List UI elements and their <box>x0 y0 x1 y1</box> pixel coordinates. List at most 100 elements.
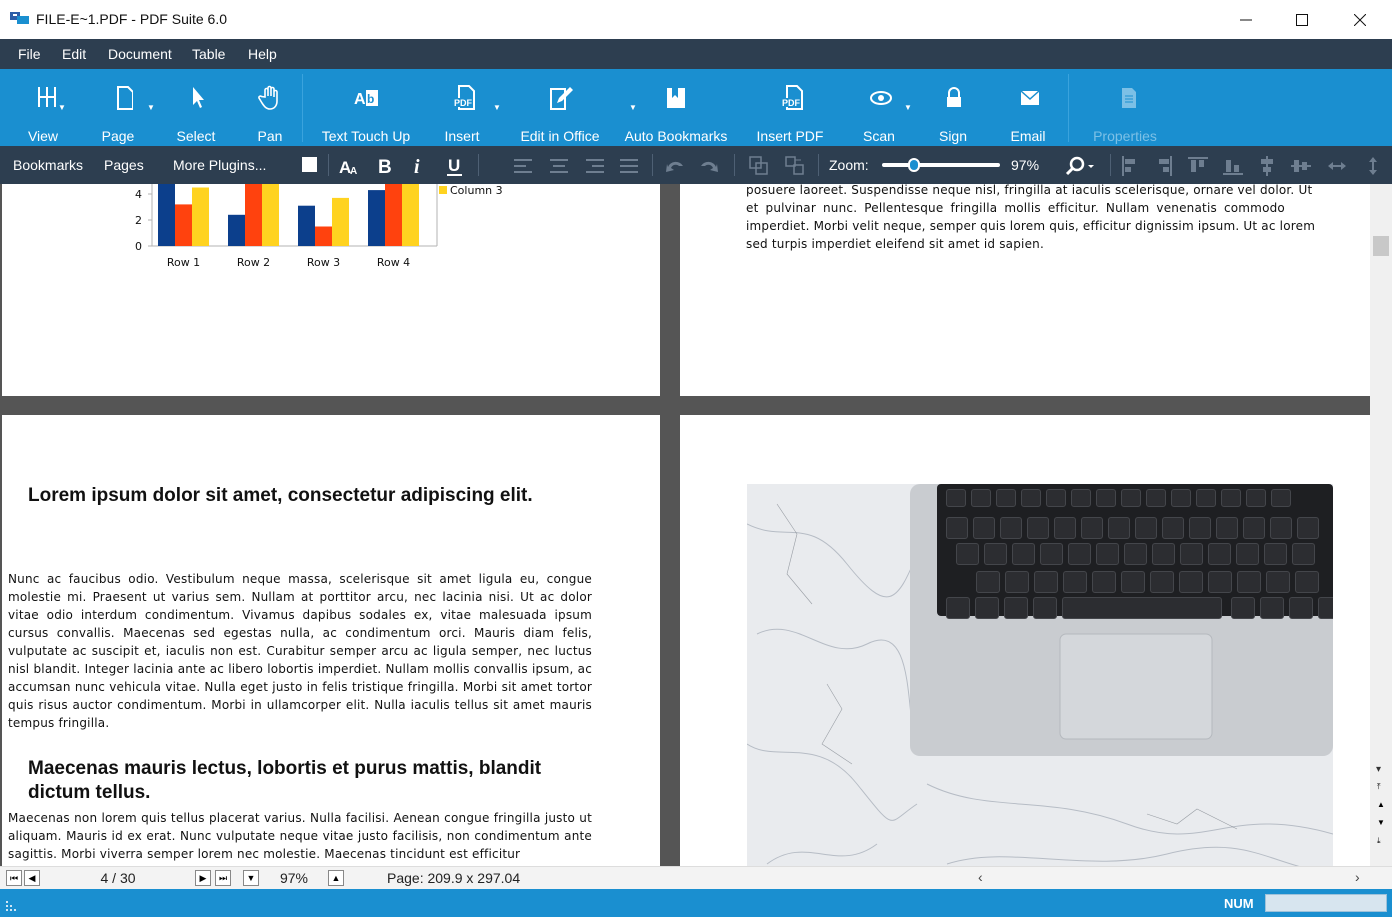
align-right-icon[interactable] <box>584 155 606 177</box>
menu-table[interactable]: Table <box>192 39 225 69</box>
last-page-arrow-icon[interactable]: ⤓ <box>1377 836 1381 846</box>
status-panel <box>1265 894 1387 912</box>
pages-tab[interactable]: Pages <box>104 146 144 184</box>
keyboard-key <box>1271 489 1291 507</box>
page-thumbnail-top-right[interactable]: posuere laoreet. Suspendisse neque nisl,… <box>680 184 1370 396</box>
keyboard-key <box>975 597 999 619</box>
align-objects-right-icon[interactable] <box>1152 155 1174 177</box>
close-button[interactable] <box>1331 0 1389 39</box>
edit-in-office-button[interactable]: ▼ Edit in Office <box>516 69 637 146</box>
pan-button[interactable]: Pan <box>252 69 288 146</box>
bold-icon[interactable]: B <box>374 155 396 177</box>
menu-file[interactable]: File <box>18 39 41 69</box>
same-width-icon[interactable] <box>1326 155 1348 177</box>
underline-icon[interactable]: U <box>444 155 466 177</box>
align-left-icon[interactable] <box>512 155 534 177</box>
text-touch-up-button[interactable]: Ab Text Touch Up <box>318 69 414 146</box>
zoom-slider-thumb[interactable] <box>908 158 921 172</box>
font-size-icon[interactable]: AA <box>338 155 360 177</box>
next-page-button[interactable]: ▶ <box>195 870 211 886</box>
scrollbar-thumb[interactable] <box>1373 236 1389 256</box>
scan-button[interactable]: ▼ Scan <box>860 69 912 146</box>
align-objects-left-icon[interactable] <box>1120 155 1142 177</box>
page-button[interactable]: ▼ Page <box>96 69 155 146</box>
nav-zoom-value[interactable]: 97% <box>266 869 322 887</box>
page-label: Page <box>101 128 135 144</box>
redo-icon[interactable] <box>698 155 720 177</box>
menu-document[interactable]: Document <box>108 39 172 69</box>
keyboard-key <box>1096 543 1119 565</box>
text-line: imperdiet. Morbi velit neque, semper qui… <box>746 219 1316 233</box>
vertical-scrollbar[interactable]: ▾ ⤒ ▲ ▼ ⤓ <box>1370 184 1392 866</box>
align-center-icon[interactable] <box>548 155 570 177</box>
zoom-down-button[interactable]: ▼ <box>243 870 259 886</box>
zoom-search-icon[interactable] <box>1062 155 1098 177</box>
bring-forward-icon[interactable] <box>748 155 770 177</box>
page-thumbnail-bottom-right[interactable] <box>680 415 1370 866</box>
title-bar: FILE-E~1.PDF - PDF Suite 6.0 <box>0 0 1392 39</box>
edit-in-office-label: Edit in Office <box>520 128 600 144</box>
first-page-arrow-icon[interactable]: ⤒ <box>1377 782 1381 792</box>
keyboard-key <box>1146 489 1166 507</box>
align-objects-bottom-icon[interactable] <box>1222 155 1244 177</box>
keyboard-key <box>1180 543 1203 565</box>
color-swatch-button[interactable] <box>302 157 317 172</box>
sign-button[interactable]: Sign <box>936 69 970 146</box>
bookmarks-tab[interactable]: Bookmarks <box>13 146 83 184</box>
scroll-down-arrow-icon[interactable]: ▾ <box>1376 764 1381 775</box>
toolbar-separator <box>478 154 479 176</box>
last-page-button[interactable]: ⏭ <box>215 870 231 886</box>
keyboard-key <box>1121 571 1145 593</box>
send-backward-icon[interactable] <box>784 155 806 177</box>
select-button[interactable]: Select <box>174 69 218 146</box>
keyboard-key <box>1000 517 1022 539</box>
page-thumbnail-top-left[interactable]: 0 2 4 Row 1 Row 2 Row 3 Row 4 Column 3 <box>2 184 660 396</box>
view-grid-icon: ▼ <box>38 87 66 112</box>
keyboard-key <box>1246 489 1266 507</box>
view-button[interactable]: ▼ View <box>20 69 66 146</box>
keyboard-key <box>946 517 968 539</box>
insert-button[interactable]: PDF ▼ Insert <box>438 69 501 146</box>
toolbar-separator <box>1110 154 1111 176</box>
prev-page-arrow-icon[interactable]: ▲ <box>1377 800 1385 809</box>
insert-pdf-button[interactable]: PDF Insert PDF <box>752 69 828 146</box>
document-viewport[interactable]: 0 2 4 Row 1 Row 2 Row 3 Row 4 Column 3 posuere… <box>0 184 1370 866</box>
maximize-button[interactable] <box>1273 0 1331 39</box>
envelope-icon <box>1013 83 1043 113</box>
properties-button[interactable]: Properties <box>1088 69 1162 146</box>
align-justify-icon[interactable] <box>618 155 640 177</box>
minimize-button[interactable] <box>1217 0 1275 39</box>
align-objects-top-icon[interactable] <box>1187 155 1209 177</box>
maximize-icon <box>1296 13 1308 26</box>
chart-x-tick-label: Row 4 <box>377 256 410 269</box>
page-counter[interactable]: 4 / 30 <box>44 869 192 887</box>
zoom-slider-track[interactable] <box>882 163 1000 167</box>
zoom-value: 97% <box>1011 157 1040 173</box>
undo-icon[interactable] <box>664 155 686 177</box>
keyboard-key <box>971 489 991 507</box>
next-page-arrow-icon[interactable]: ▼ <box>1377 818 1385 827</box>
pdf-insert-icon: PDF ▼ <box>447 83 501 113</box>
chart-bar <box>158 184 175 246</box>
align-objects-center-horizontal-icon[interactable] <box>1290 155 1312 177</box>
auto-bookmarks-button[interactable]: Auto Bookmarks <box>622 69 730 146</box>
zoom-up-button[interactable]: ▲ <box>328 870 344 886</box>
italic-icon[interactable]: i <box>408 155 430 177</box>
scroll-left-arrow-icon[interactable]: ‹ <box>978 869 983 885</box>
keyboard-key <box>1034 571 1058 593</box>
align-objects-center-vertical-icon[interactable] <box>1256 155 1278 177</box>
first-page-button[interactable]: ⏮ <box>6 870 22 886</box>
same-height-icon[interactable] <box>1362 155 1384 177</box>
menu-edit[interactable]: Edit <box>62 39 86 69</box>
toolbar-separator <box>652 154 653 176</box>
previous-page-button[interactable]: ◀ <box>24 870 40 886</box>
more-plugins-button[interactable]: More Plugins... <box>173 146 266 184</box>
keyboard-key <box>1135 517 1157 539</box>
keyboard-key <box>1081 517 1103 539</box>
scroll-right-arrow-icon[interactable]: › <box>1355 869 1360 885</box>
menu-help[interactable]: Help <box>248 39 277 69</box>
page-thumbnail-bottom-left[interactable]: Lorem ipsum dolor sit amet, consectetur … <box>2 415 660 866</box>
email-button[interactable]: Email <box>1008 69 1048 146</box>
keyboard-key <box>1004 597 1028 619</box>
keyboard-key <box>1092 571 1116 593</box>
